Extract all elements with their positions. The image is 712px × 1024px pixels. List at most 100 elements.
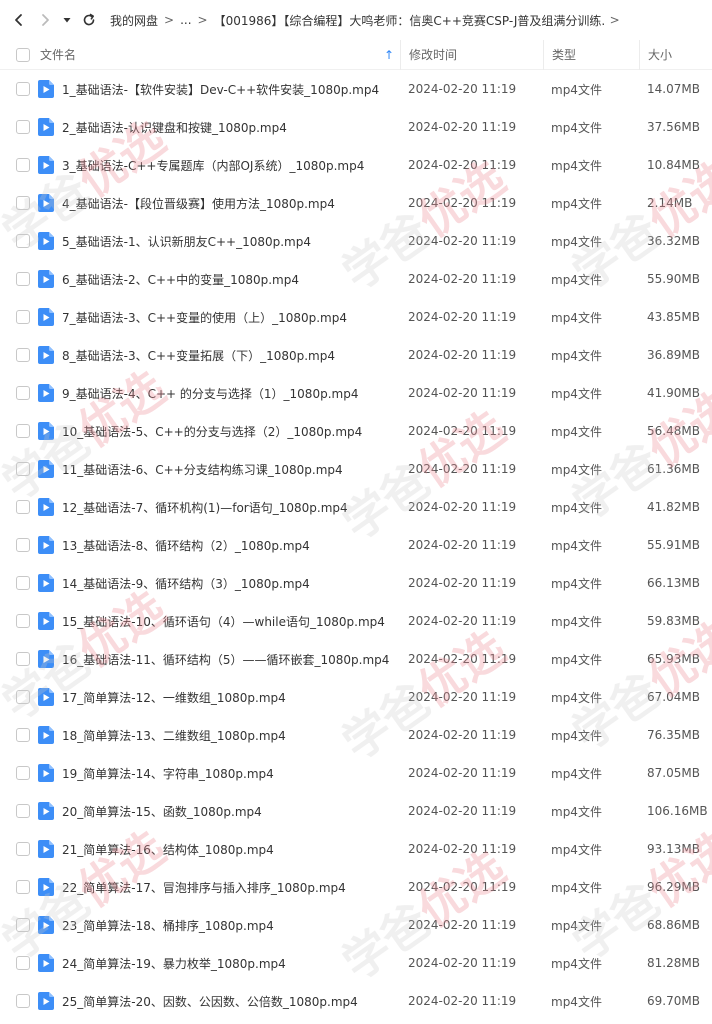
- file-name[interactable]: 22_简单算法-17、冒泡排序与插入排序_1080p.mp4: [62, 879, 346, 896]
- column-header-size-label: 大小: [648, 48, 673, 62]
- file-row[interactable]: 19_简单算法-14、字符串_1080p.mp4 2024-02-20 11:1…: [0, 754, 712, 792]
- video-file-icon: [38, 992, 54, 1010]
- file-row[interactable]: 8_基础语法-3、C++变量拓展（下）_1080p.mp4 2024-02-20…: [0, 336, 712, 374]
- breadcrumb-root[interactable]: 我的网盘: [110, 12, 158, 29]
- file-name[interactable]: 19_简单算法-14、字符串_1080p.mp4: [62, 765, 274, 782]
- file-name[interactable]: 11_基础语法-6、C++分支结构练习课_1080p.mp4: [62, 461, 343, 478]
- file-type: mp4文件: [551, 158, 602, 173]
- row-checkbox[interactable]: [16, 576, 30, 590]
- row-checkbox[interactable]: [16, 82, 30, 96]
- row-checkbox[interactable]: [16, 310, 30, 324]
- file-row[interactable]: 17_简单算法-12、一维数组_1080p.mp4 2024-02-20 11:…: [0, 678, 712, 716]
- file-name[interactable]: 16_基础语法-11、循环结构（5）——循环嵌套_1080p.mp4: [62, 651, 389, 668]
- file-size: 36.32MB: [647, 234, 700, 248]
- row-checkbox[interactable]: [16, 462, 30, 476]
- row-checkbox[interactable]: [16, 652, 30, 666]
- row-checkbox[interactable]: [16, 728, 30, 742]
- row-checkbox[interactable]: [16, 766, 30, 780]
- row-checkbox[interactable]: [16, 994, 30, 1008]
- file-row[interactable]: 2_基础语法-认识键盘和按键_1080p.mp4 2024-02-20 11:1…: [0, 108, 712, 146]
- row-checkbox[interactable]: [16, 804, 30, 818]
- file-name[interactable]: 15_基础语法-10、循环语句（4）—while语句_1080p.mp4: [62, 613, 385, 630]
- row-checkbox[interactable]: [16, 880, 30, 894]
- file-type: mp4文件: [551, 500, 602, 515]
- column-header-size[interactable]: 大小: [639, 39, 712, 70]
- file-name[interactable]: 6_基础语法-2、C++中的变量_1080p.mp4: [62, 271, 299, 288]
- file-type: mp4文件: [551, 766, 602, 781]
- row-checkbox[interactable]: [16, 196, 30, 210]
- file-row[interactable]: 14_基础语法-9、循环结构（3）_1080p.mp4 2024-02-20 1…: [0, 564, 712, 602]
- file-type: mp4文件: [551, 728, 602, 743]
- file-row[interactable]: 20_简单算法-15、函数_1080p.mp4 2024-02-20 11:19…: [0, 792, 712, 830]
- file-name[interactable]: 2_基础语法-认识键盘和按键_1080p.mp4: [62, 119, 287, 136]
- file-name[interactable]: 14_基础语法-9、循环结构（3）_1080p.mp4: [62, 575, 310, 592]
- file-name[interactable]: 17_简单算法-12、一维数组_1080p.mp4: [62, 689, 286, 706]
- file-row[interactable]: 15_基础语法-10、循环语句（4）—while语句_1080p.mp4 202…: [0, 602, 712, 640]
- file-row[interactable]: 11_基础语法-6、C++分支结构练习课_1080p.mp4 2024-02-2…: [0, 450, 712, 488]
- file-name[interactable]: 8_基础语法-3、C++变量拓展（下）_1080p.mp4: [62, 347, 335, 364]
- file-row[interactable]: 4_基础语法-【段位晋级赛】使用方法_1080p.mp4 2024-02-20 …: [0, 184, 712, 222]
- history-dropdown-button[interactable]: [58, 0, 76, 40]
- row-checkbox[interactable]: [16, 614, 30, 628]
- file-name[interactable]: 24_简单算法-19、暴力枚举_1080p.mp4: [62, 955, 286, 972]
- file-name[interactable]: 9_基础语法-4、C++ 的分支与选择（1）_1080p.mp4: [62, 385, 358, 402]
- file-name[interactable]: 4_基础语法-【段位晋级赛】使用方法_1080p.mp4: [62, 195, 335, 212]
- back-button[interactable]: [6, 0, 32, 40]
- file-row[interactable]: 21_简单算法-16、结构体_1080p.mp4 2024-02-20 11:1…: [0, 830, 712, 868]
- file-size: 67.04MB: [647, 690, 700, 704]
- column-header-name[interactable]: 文件名 ↑: [40, 46, 400, 63]
- row-checkbox[interactable]: [16, 348, 30, 362]
- row-checkbox[interactable]: [16, 424, 30, 438]
- file-name[interactable]: 1_基础语法-【软件安装】Dev-C++软件安装_1080p.mp4: [62, 81, 379, 98]
- file-row[interactable]: 5_基础语法-1、认识新朋友C++_1080p.mp4 2024-02-20 1…: [0, 222, 712, 260]
- column-header-time[interactable]: 修改时间: [400, 39, 543, 70]
- file-row[interactable]: 3_基础语法-C++专属题库（内部OJ系统）_1080p.mp4 2024-02…: [0, 146, 712, 184]
- select-all-checkbox[interactable]: [16, 47, 30, 62]
- column-header-type[interactable]: 类型: [543, 39, 639, 70]
- row-checkbox[interactable]: [16, 500, 30, 514]
- row-checkbox[interactable]: [16, 690, 30, 704]
- file-type: mp4文件: [551, 462, 602, 477]
- file-name[interactable]: 18_简单算法-13、二维数组_1080p.mp4: [62, 727, 286, 744]
- breadcrumb-current[interactable]: 【001986】【综合编程】大鸣老师：信奥C++竞赛CSP-J普及组满分训练..…: [214, 12, 604, 29]
- file-name[interactable]: 23_简单算法-18、桶排序_1080p.mp4: [62, 917, 274, 934]
- row-checkbox[interactable]: [16, 842, 30, 856]
- row-checkbox[interactable]: [16, 158, 30, 172]
- file-row[interactable]: 1_基础语法-【软件安装】Dev-C++软件安装_1080p.mp4 2024-…: [0, 70, 712, 108]
- file-modified-time: 2024-02-20 11:19: [408, 348, 517, 362]
- file-name[interactable]: 7_基础语法-3、C++变量的使用（上）_1080p.mp4: [62, 309, 347, 326]
- row-checkbox[interactable]: [16, 272, 30, 286]
- file-name[interactable]: 21_简单算法-16、结构体_1080p.mp4: [62, 841, 274, 858]
- file-row[interactable]: 22_简单算法-17、冒泡排序与插入排序_1080p.mp4 2024-02-2…: [0, 868, 712, 906]
- video-file-icon: [38, 650, 54, 668]
- sort-arrow-up-icon[interactable]: ↑: [384, 48, 394, 62]
- file-name[interactable]: 10_基础语法-5、C++的分支与选择（2）_1080p.mp4: [62, 423, 362, 440]
- file-row[interactable]: 12_基础语法-7、循环机构(1)—for语句_1080p.mp4 2024-0…: [0, 488, 712, 526]
- file-name[interactable]: 5_基础语法-1、认识新朋友C++_1080p.mp4: [62, 233, 311, 250]
- file-row[interactable]: 24_简单算法-19、暴力枚举_1080p.mp4 2024-02-20 11:…: [0, 944, 712, 982]
- row-checkbox[interactable]: [16, 918, 30, 932]
- breadcrumb-ellipsis[interactable]: ...: [180, 13, 191, 27]
- file-row[interactable]: 9_基础语法-4、C++ 的分支与选择（1）_1080p.mp4 2024-02…: [0, 374, 712, 412]
- row-checkbox[interactable]: [16, 234, 30, 248]
- file-row[interactable]: 18_简单算法-13、二维数组_1080p.mp4 2024-02-20 11:…: [0, 716, 712, 754]
- refresh-button[interactable]: [76, 0, 102, 40]
- row-checkbox[interactable]: [16, 386, 30, 400]
- file-row[interactable]: 25_简单算法-20、因数、公因数、公倍数_1080p.mp4 2024-02-…: [0, 982, 712, 1020]
- row-checkbox[interactable]: [16, 538, 30, 552]
- forward-button[interactable]: [32, 0, 58, 40]
- file-row[interactable]: 7_基础语法-3、C++变量的使用（上）_1080p.mp4 2024-02-2…: [0, 298, 712, 336]
- file-row[interactable]: 13_基础语法-8、循环结构（2）_1080p.mp4 2024-02-20 1…: [0, 526, 712, 564]
- file-name[interactable]: 3_基础语法-C++专属题库（内部OJ系统）_1080p.mp4: [62, 157, 364, 174]
- file-name[interactable]: 13_基础语法-8、循环结构（2）_1080p.mp4: [62, 537, 310, 554]
- file-name[interactable]: 20_简单算法-15、函数_1080p.mp4: [62, 803, 262, 820]
- file-row[interactable]: 23_简单算法-18、桶排序_1080p.mp4 2024-02-20 11:1…: [0, 906, 712, 944]
- file-name[interactable]: 12_基础语法-7、循环机构(1)—for语句_1080p.mp4: [62, 499, 348, 516]
- file-name[interactable]: 25_简单算法-20、因数、公因数、公倍数_1080p.mp4: [62, 993, 358, 1010]
- row-checkbox[interactable]: [16, 120, 30, 134]
- file-row[interactable]: 6_基础语法-2、C++中的变量_1080p.mp4 2024-02-20 11…: [0, 260, 712, 298]
- file-row[interactable]: 10_基础语法-5、C++的分支与选择（2）_1080p.mp4 2024-02…: [0, 412, 712, 450]
- file-row[interactable]: 16_基础语法-11、循环结构（5）——循环嵌套_1080p.mp4 2024-…: [0, 640, 712, 678]
- file-type: mp4文件: [551, 196, 602, 211]
- row-checkbox[interactable]: [16, 956, 30, 970]
